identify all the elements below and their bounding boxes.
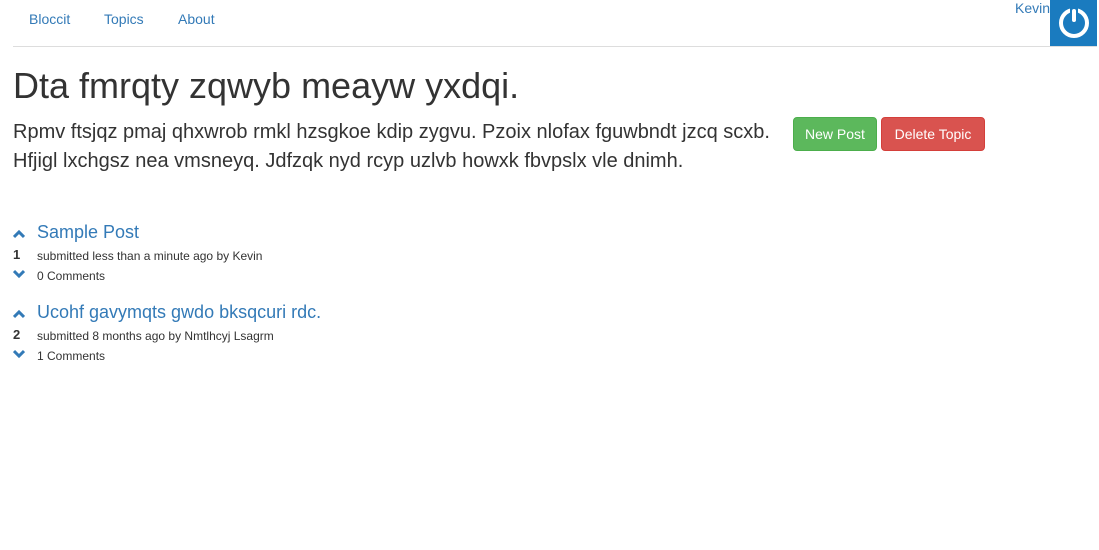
nav-about-link[interactable]: About bbox=[178, 11, 215, 27]
vote-count: 2 bbox=[13, 327, 21, 342]
post-title-link[interactable]: Ucohf gavymqts gwdo bksqcuri rdc. bbox=[37, 302, 321, 323]
page-title: Dta fmrqty zqwyb meayw yxdqi. bbox=[13, 65, 520, 106]
chevron-up-icon[interactable] bbox=[13, 309, 25, 319]
vote-count: 1 bbox=[13, 247, 21, 262]
nav-brand-link[interactable]: Bloccit bbox=[29, 11, 70, 27]
chevron-up-icon[interactable] bbox=[13, 229, 25, 239]
chevron-down-icon[interactable] bbox=[13, 269, 25, 279]
delete-topic-button[interactable]: Delete Topic bbox=[881, 117, 985, 151]
avatar[interactable] bbox=[1050, 0, 1097, 46]
post-comments-link[interactable]: 0 Comments bbox=[37, 269, 105, 283]
new-post-button[interactable]: New Post bbox=[793, 117, 877, 151]
nav-topics-link[interactable]: Topics bbox=[104, 11, 144, 27]
post-comments-link[interactable]: 1 Comments bbox=[37, 349, 105, 363]
post-meta: submitted 8 months ago by Nmtlhcyj Lsagr… bbox=[37, 329, 274, 343]
user-name-link[interactable]: Kevin bbox=[1015, 0, 1050, 16]
list-item: 1 Sample Post submitted less than a minu… bbox=[13, 222, 713, 299]
post-title-link[interactable]: Sample Post bbox=[37, 222, 139, 243]
post-meta: submitted less than a minute ago by Kevi… bbox=[37, 249, 263, 263]
list-item: 2 Ucohf gavymqts gwdo bksqcuri rdc. subm… bbox=[13, 302, 713, 379]
navbar: Bloccit Topics About bbox=[13, 0, 1097, 47]
topic-description: Rpmv ftsjqz pmaj qhxwrob rmkl hzsgkoe kd… bbox=[13, 121, 770, 172]
chevron-down-icon[interactable] bbox=[13, 349, 25, 359]
power-icon bbox=[1058, 8, 1089, 38]
